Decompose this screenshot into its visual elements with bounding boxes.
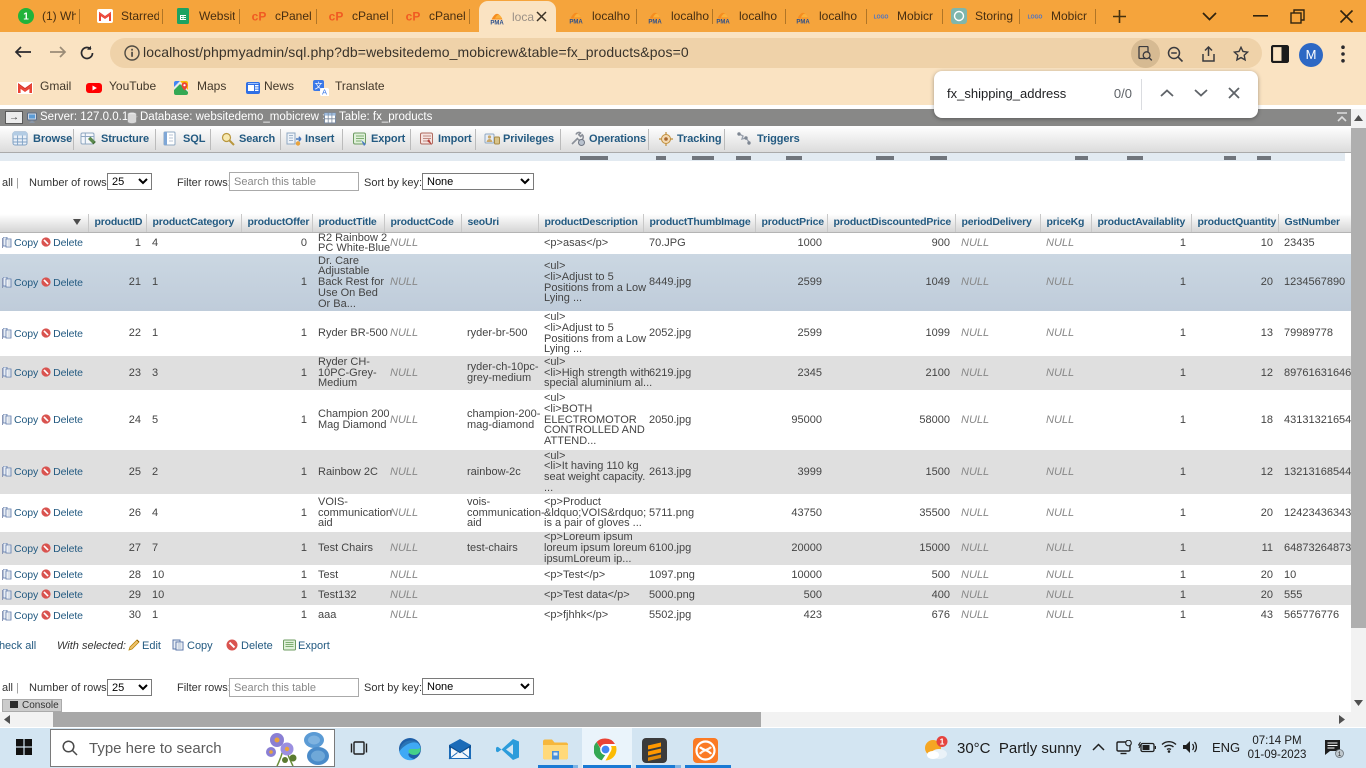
- svg-text:PMA: PMA: [569, 20, 583, 25]
- svg-text:PMA: PMA: [716, 20, 730, 25]
- svg-text:1: 1: [940, 737, 945, 747]
- svg-text:1: 1: [23, 12, 29, 23]
- svg-text:PMA: PMA: [648, 20, 662, 25]
- svg-text:A: A: [322, 88, 327, 96]
- svg-text:PMA: PMA: [796, 20, 810, 25]
- svg-text:PMA: PMA: [490, 20, 504, 25]
- svg-text:cP: cP: [329, 10, 344, 24]
- svg-text:LOGO: LOGO: [1028, 15, 1043, 21]
- svg-text:cP: cP: [406, 10, 421, 24]
- svg-text:1: 1: [1338, 751, 1342, 758]
- svg-text:cP: cP: [252, 10, 267, 24]
- svg-text:LOGO: LOGO: [874, 15, 889, 21]
